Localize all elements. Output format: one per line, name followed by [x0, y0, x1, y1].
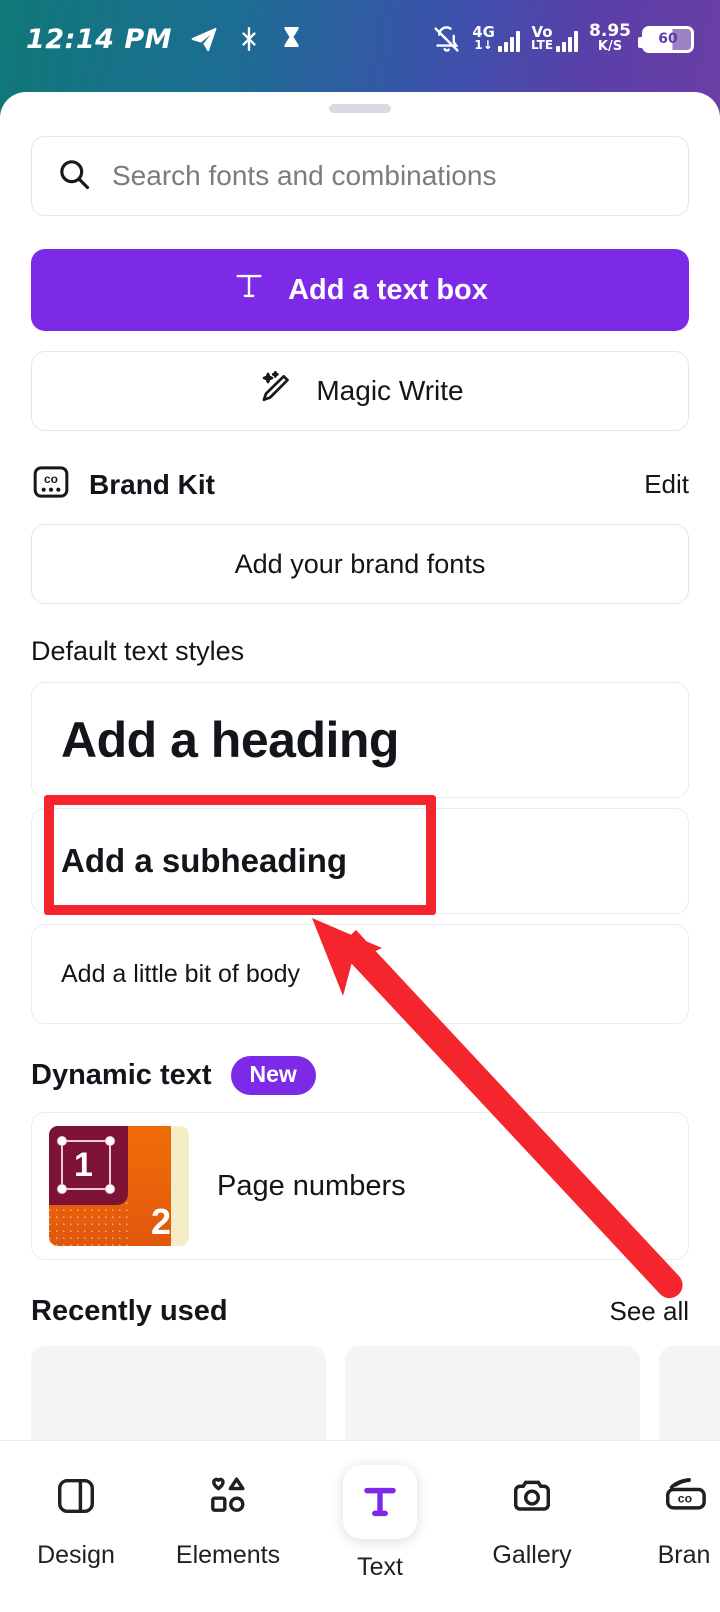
nav-label-gallery: Gallery	[492, 1541, 572, 1569]
nav-label-text: Text	[357, 1553, 403, 1581]
signal-bars-icon	[498, 31, 520, 52]
canva-brand-icon: co	[31, 462, 71, 507]
network-lte-label: LTE	[531, 38, 554, 52]
hourglass-icon	[279, 25, 304, 53]
svg-text:co: co	[44, 472, 58, 486]
text-style-body-label: Add a little bit of body	[61, 959, 301, 988]
nav-item-brand[interactable]: co Bran	[608, 1465, 720, 1570]
nav-item-text[interactable]: Text	[304, 1465, 456, 1582]
bottom-navigation: Design Elements Text Gallery co Bran	[0, 1440, 720, 1612]
nav-item-design[interactable]: Design	[0, 1465, 152, 1570]
data-rate-indicator: 8.95 K/S	[589, 23, 631, 55]
dynamic-text-header: Dynamic text New	[31, 1056, 689, 1095]
page-numbers-thumbnail: 1 2	[49, 1126, 189, 1246]
panel-scroll-area[interactable]: Search fonts and combinations Add a text…	[0, 136, 720, 1466]
text-panel-sheet: Search fonts and combinations Add a text…	[0, 92, 720, 1612]
magic-write-button[interactable]: Magic Write	[31, 351, 689, 431]
status-bar-clock: 12:14 PM	[26, 23, 173, 55]
bluetooth-off-icon	[236, 26, 262, 52]
magic-write-label: Magic Write	[316, 375, 464, 406]
thumb-page-number-1: 1	[74, 1146, 93, 1184]
shapes-icon	[204, 1465, 252, 1527]
battery-icon: 60	[638, 25, 694, 53]
data-rate-unit: K/S	[597, 39, 623, 54]
page-numbers-item[interactable]: 1 2 Page numbers	[31, 1112, 689, 1260]
text-style-subheading-label: Add a subheading	[61, 842, 348, 879]
camera-icon	[509, 1465, 555, 1527]
brand-kit-header: co Brand Kit Edit	[31, 462, 689, 507]
text-style-heading[interactable]: Add a heading	[31, 682, 689, 798]
default-text-styles-label: Default text styles	[31, 636, 245, 666]
layout-panel-icon	[53, 1465, 99, 1527]
bell-off-icon	[432, 25, 461, 54]
text-style-body[interactable]: Add a little bit of body	[31, 924, 689, 1024]
page-numbers-label: Page numbers	[217, 1169, 406, 1202]
text-T-icon	[343, 1465, 417, 1539]
network-indicator-volte: Vo LTE	[531, 25, 579, 52]
new-badge: New	[230, 1056, 316, 1095]
brand-kit-edit-link[interactable]: Edit	[644, 469, 689, 500]
add-text-box-label: Add a text box	[288, 273, 488, 306]
add-brand-fonts-label: Add your brand fonts	[234, 548, 486, 579]
dynamic-text-label: Dynamic text	[31, 1059, 212, 1091]
nav-label-elements: Elements	[175, 1541, 281, 1569]
text-T-icon	[232, 269, 266, 311]
nav-item-elements[interactable]: Elements	[152, 1465, 304, 1570]
recently-used-label: Recently used	[31, 1295, 228, 1327]
network-4g-sub: 1↓	[474, 38, 493, 52]
network-indicator-4g: 4G 1↓	[472, 25, 520, 52]
battery-level: 60	[658, 31, 678, 47]
signal-bars-icon-2	[556, 31, 579, 52]
text-style-subheading[interactable]: Add a subheading	[31, 808, 689, 914]
magic-pencil-icon	[256, 369, 294, 414]
svg-text:co: co	[678, 1492, 692, 1506]
telegram-icon	[189, 24, 219, 54]
text-style-heading-label: Add a heading	[61, 712, 399, 768]
search-icon	[56, 156, 92, 197]
nav-label-brand: Bran	[657, 1541, 711, 1569]
recently-used-header: Recently used See all	[31, 1295, 689, 1328]
search-input[interactable]: Search fonts and combinations	[31, 136, 689, 216]
thumb-page-number-2: 2	[150, 1201, 171, 1242]
sheet-drag-handle[interactable]	[329, 104, 391, 113]
add-brand-fonts-button[interactable]: Add your brand fonts	[31, 524, 689, 604]
canva-brand-icon: co	[661, 1465, 707, 1527]
brand-kit-title: Brand Kit	[89, 468, 215, 500]
add-text-box-button[interactable]: Add a text box	[31, 249, 689, 331]
search-placeholder: Search fonts and combinations	[112, 160, 497, 191]
data-rate-value: 8.95	[589, 21, 631, 41]
nav-item-gallery[interactable]: Gallery	[456, 1465, 608, 1570]
nav-label-design: Design	[37, 1541, 115, 1569]
recently-used-see-all-link[interactable]: See all	[610, 1296, 690, 1327]
